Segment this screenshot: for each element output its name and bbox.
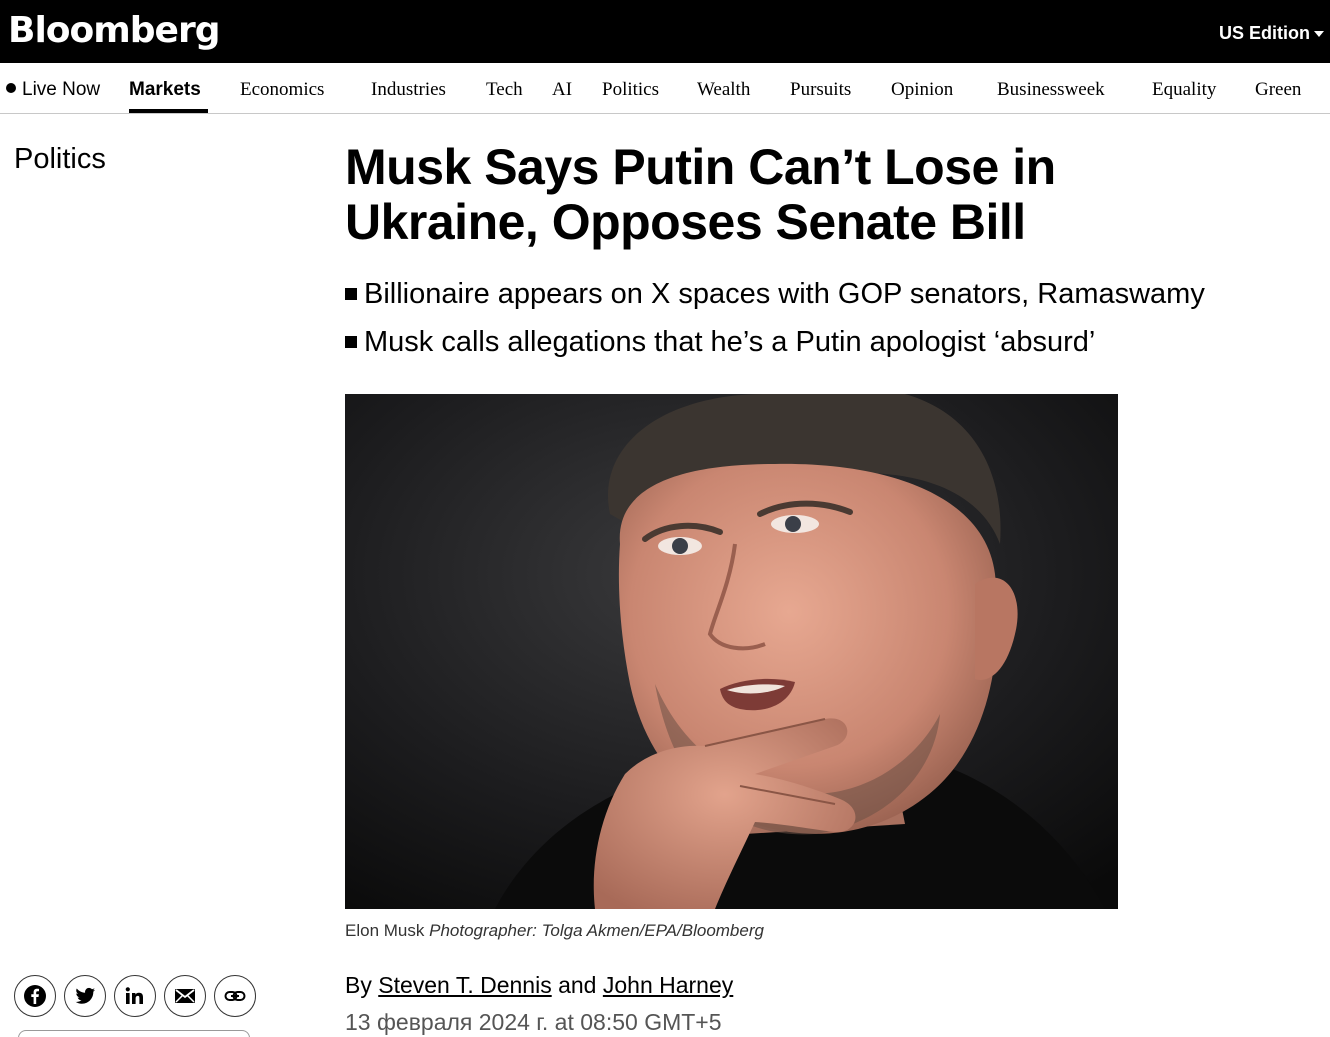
share-bar <box>14 975 256 1017</box>
nav-item-markets[interactable]: Markets <box>129 78 201 102</box>
byline-conjunction: and <box>558 972 597 998</box>
email-icon <box>175 989 195 1003</box>
share-twitter-button[interactable] <box>64 975 106 1017</box>
byline: By Steven T. Dennis and John Harney <box>345 971 733 999</box>
nav-item-green[interactable]: Green <box>1255 78 1301 102</box>
facebook-icon <box>24 985 46 1007</box>
nav-item-pursuits[interactable]: Pursuits <box>790 78 851 102</box>
link-icon <box>224 991 246 1001</box>
chevron-down-icon <box>1314 31 1324 37</box>
nav-item-tech[interactable]: Tech <box>486 78 523 102</box>
share-facebook-button[interactable] <box>14 975 56 1017</box>
byline-prefix: By <box>345 972 372 998</box>
article-headline: Musk Says Putin Can’t Lose in Ukraine, O… <box>345 139 1056 250</box>
main-nav: Live Now Markets Economics Industries Te… <box>0 63 1330 114</box>
edition-selector[interactable]: US Edition <box>1219 22 1324 44</box>
bullet-square-icon <box>345 336 357 348</box>
linkedin-icon <box>125 987 143 1004</box>
caption-subject: Elon Musk <box>345 921 425 940</box>
summary-bullet: Musk calls allegations that he’s a Putin… <box>345 318 1305 366</box>
gift-article-button[interactable] <box>18 1030 250 1037</box>
publish-date: 13 февраля 2024 г. at 08:50 GMT+5 <box>345 1009 722 1035</box>
nav-item-live-now[interactable]: Live Now <box>6 78 100 102</box>
nav-item-opinion[interactable]: Opinion <box>891 78 953 102</box>
author-link[interactable]: John Harney <box>603 972 733 998</box>
summary-bullet-text: Billionaire appears on X spaces with GOP… <box>364 278 1205 310</box>
nav-item-industries[interactable]: Industries <box>371 78 446 102</box>
nav-item-economics[interactable]: Economics <box>240 78 324 102</box>
nav-item-politics[interactable]: Politics <box>602 78 659 102</box>
edition-label: US Edition <box>1219 23 1310 43</box>
caption-credit: Photographer: Tolga Akmen/EPA/Bloomberg <box>429 921 764 940</box>
copy-link-button[interactable] <box>214 975 256 1017</box>
share-linkedin-button[interactable] <box>114 975 156 1017</box>
article-photo <box>345 394 1118 909</box>
nav-item-businessweek[interactable]: Businessweek <box>997 78 1105 102</box>
active-nav-indicator <box>129 109 208 113</box>
article-summary: Billionaire appears on X spaces with GOP… <box>345 270 1305 366</box>
top-bar: Bloomberg US Edition <box>0 0 1330 63</box>
summary-bullet: Billionaire appears on X spaces with GOP… <box>345 270 1305 318</box>
nav-item-label: Live Now <box>22 79 101 100</box>
summary-bullet-text: Musk calls allegations that he’s a Putin… <box>364 326 1096 358</box>
nav-item-ai[interactable]: AI <box>552 78 572 102</box>
section-label[interactable]: Politics <box>14 142 106 176</box>
nav-item-wealth[interactable]: Wealth <box>697 78 750 102</box>
share-email-button[interactable] <box>164 975 206 1017</box>
bloomberg-logo[interactable]: Bloomberg <box>8 9 220 53</box>
photo-caption: Elon Musk Photographer: Tolga Akmen/EPA/… <box>345 920 764 942</box>
nav-item-equality[interactable]: Equality <box>1152 78 1216 102</box>
bullet-square-icon <box>345 288 357 300</box>
live-dot-icon <box>6 83 16 93</box>
author-link[interactable]: Steven T. Dennis <box>378 972 551 998</box>
twitter-icon <box>75 987 95 1004</box>
